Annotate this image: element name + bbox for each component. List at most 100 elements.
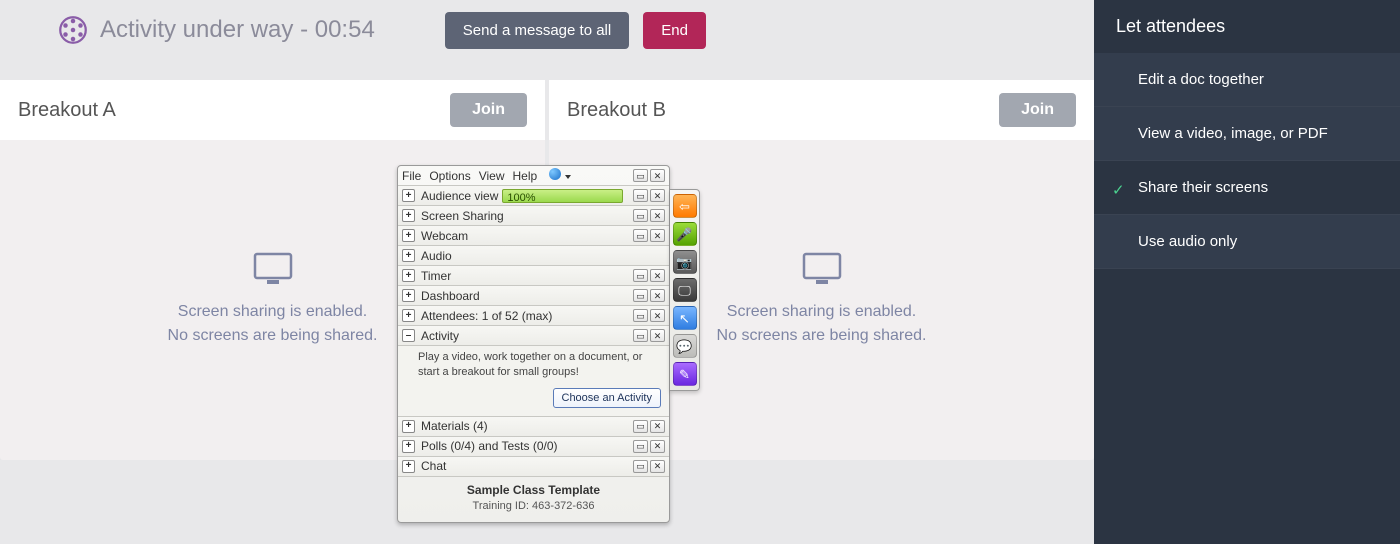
row-label: Webcam (421, 229, 629, 243)
row-attendees: + Attendees: 1 of 52 (max) ▭✕ (398, 305, 669, 325)
status-line: No screens are being shared. (168, 324, 378, 348)
join-breakout-b-button[interactable]: Join (999, 93, 1076, 127)
row-close-icon[interactable]: ✕ (650, 269, 665, 282)
training-id: Training ID: 463-372-636 (402, 500, 665, 512)
activity-description: Play a video, work together on a documen… (418, 350, 661, 380)
row-close-icon[interactable]: ✕ (650, 309, 665, 322)
rightbar-title: Let attendees (1094, 0, 1400, 53)
choose-activity-button[interactable]: Choose an Activity (553, 388, 662, 408)
row-label: Dashboard (421, 289, 629, 303)
sidebar-item-view-media[interactable]: View a video, image, or PDF (1094, 107, 1400, 161)
panel-footer: Sample Class Template Training ID: 463-3… (398, 476, 669, 522)
breakout-b-header: Breakout B Join (549, 80, 1094, 140)
monitor-icon (802, 252, 842, 286)
panel-menubar: File Options View Help ▭ ✕ (398, 166, 669, 185)
expand-icon[interactable]: + (402, 289, 415, 302)
monitor-icon (253, 252, 293, 286)
camera-icon[interactable]: 📷 (673, 250, 697, 274)
microphone-icon[interactable]: 🎤 (673, 222, 697, 246)
row-popout-icon[interactable]: ▭ (633, 329, 648, 342)
expand-icon[interactable]: + (402, 420, 415, 433)
expand-icon[interactable]: + (402, 460, 415, 473)
end-button[interactable]: End (643, 12, 706, 49)
row-materials: + Materials (4) ▭✕ (398, 416, 669, 436)
row-label: Activity (421, 329, 629, 343)
expand-icon[interactable]: + (402, 440, 415, 453)
row-close-icon[interactable]: ✕ (650, 209, 665, 222)
row-label: Chat (421, 459, 629, 473)
class-title: Sample Class Template (402, 483, 665, 497)
row-close-icon[interactable]: ✕ (650, 420, 665, 433)
sidebar-item-edit-doc[interactable]: Edit a doc together (1094, 53, 1400, 107)
join-breakout-a-button[interactable]: Join (450, 93, 527, 127)
row-popout-icon[interactable]: ▭ (633, 440, 648, 453)
panel-close-icon[interactable]: ✕ (650, 169, 665, 182)
breakout-a-name: Breakout A (18, 99, 116, 122)
row-popout-icon[interactable]: ▭ (633, 460, 648, 473)
row-dashboard: + Dashboard ▭✕ (398, 285, 669, 305)
highlighter-icon[interactable]: ✎ (673, 362, 697, 386)
row-popout-icon[interactable]: ▭ (633, 289, 648, 302)
menu-options[interactable]: Options (429, 169, 470, 183)
row-close-icon[interactable]: ✕ (650, 229, 665, 242)
menu-view[interactable]: View (479, 169, 505, 183)
row-close-icon[interactable]: ✕ (650, 329, 665, 342)
row-popout-icon[interactable]: ▭ (633, 209, 648, 222)
row-audio: + Audio (398, 245, 669, 265)
row-popout-icon[interactable]: ▭ (633, 189, 648, 202)
panel-minimize-icon[interactable]: ▭ (633, 169, 648, 182)
menu-help[interactable]: Help (513, 169, 538, 183)
row-timer: + Timer ▭✕ (398, 265, 669, 285)
expand-icon[interactable]: + (402, 249, 415, 262)
sidebar-item-label: Edit a doc together (1138, 71, 1264, 88)
row-popout-icon[interactable]: ▭ (633, 269, 648, 282)
chat-bubble-icon[interactable]: 💬 (673, 334, 697, 358)
status-line: No screens are being shared. (717, 324, 927, 348)
back-arrow-icon[interactable]: ⇦ (673, 194, 697, 218)
expand-icon[interactable]: + (402, 229, 415, 242)
sidebar-item-audio-only[interactable]: Use audio only (1094, 215, 1400, 269)
breakout-a-header: Breakout A Join (0, 80, 545, 140)
sidebar-item-share-screens[interactable]: ✓ Share their screens (1094, 161, 1400, 215)
row-popout-icon[interactable]: ▭ (633, 309, 648, 322)
row-close-icon[interactable]: ✕ (650, 189, 665, 202)
expand-icon[interactable]: + (402, 189, 415, 202)
status-line: Screen sharing is enabled. (168, 300, 378, 324)
row-label: Polls (0/4) and Tests (0/0) (421, 439, 629, 453)
row-popout-icon[interactable]: ▭ (633, 420, 648, 433)
screen-icon[interactable]: 🖵 (673, 278, 697, 302)
sidebar-item-label: View a video, image, or PDF (1138, 125, 1328, 142)
status-line: Screen sharing is enabled. (717, 300, 927, 324)
cursor-icon[interactable]: ↖ (673, 306, 697, 330)
row-label: Timer (421, 269, 629, 283)
row-label: Audio (421, 249, 665, 263)
right-sidebar: Let attendees Edit a doc together View a… (1094, 0, 1400, 544)
app-logo-icon (58, 15, 88, 45)
collapse-icon[interactable]: – (402, 329, 415, 342)
presenter-panel: File Options View Help ▭ ✕ + Audience vi… (397, 165, 670, 523)
row-close-icon[interactable]: ✕ (650, 460, 665, 473)
row-webcam: + Webcam ▭✕ (398, 225, 669, 245)
row-label: Attendees: 1 of 52 (max) (421, 309, 629, 323)
presenter-panel-wrap: File Options View Help ▭ ✕ + Audience vi… (397, 165, 700, 523)
send-message-all-button[interactable]: Send a message to all (445, 12, 629, 49)
menu-file[interactable]: File (402, 169, 421, 183)
row-popout-icon[interactable]: ▭ (633, 229, 648, 242)
progress-value: 100% (503, 192, 535, 203)
row-polls: + Polls (0/4) and Tests (0/0) ▭✕ (398, 436, 669, 456)
row-screen-sharing: + Screen Sharing ▭✕ (398, 205, 669, 225)
globe-icon[interactable] (545, 168, 570, 183)
row-label: Screen Sharing (421, 209, 629, 223)
activity-title: Activity under way - 00:54 (100, 16, 375, 44)
row-activity: – Activity ▭✕ (398, 325, 669, 345)
side-toolbar: ⇦ 🎤 📷 🖵 ↖ 💬 ✎ (670, 189, 700, 391)
expand-icon[interactable]: + (402, 269, 415, 282)
row-close-icon[interactable]: ✕ (650, 289, 665, 302)
breakout-b-message: Screen sharing is enabled. No screens ar… (717, 300, 927, 348)
sidebar-item-label: Share their screens (1138, 179, 1268, 196)
row-close-icon[interactable]: ✕ (650, 440, 665, 453)
sidebar-item-label: Use audio only (1138, 233, 1237, 250)
expand-icon[interactable]: + (402, 209, 415, 222)
breakout-a-message: Screen sharing is enabled. No screens ar… (168, 300, 378, 348)
expand-icon[interactable]: + (402, 309, 415, 322)
